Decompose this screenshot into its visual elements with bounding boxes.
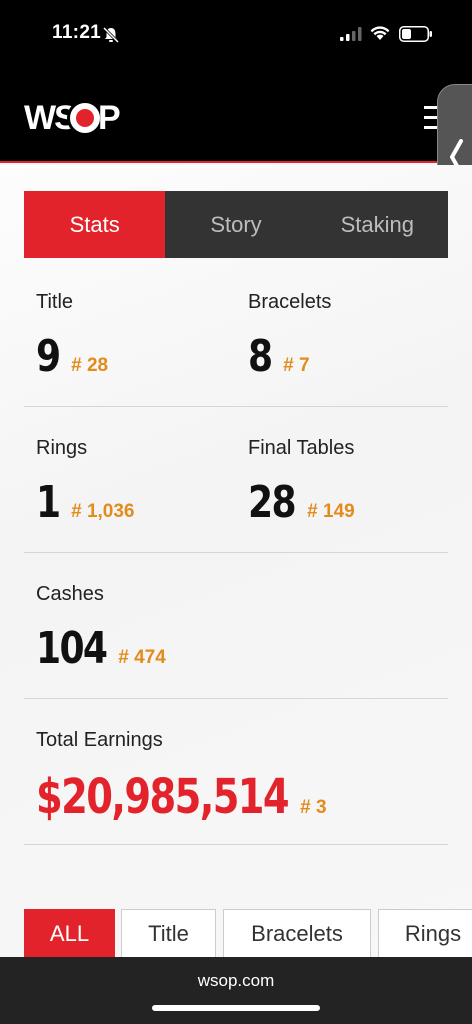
stat-row: Cashes 104 # 474: [24, 553, 448, 699]
status-time: 11:21: [52, 22, 102, 43]
stat-value: 104: [36, 623, 108, 674]
stat-row: Title 9 # 28 Bracelets 8 # 7: [24, 261, 448, 407]
stat-value: 28: [248, 477, 297, 528]
filter-tab-title[interactable]: Title: [121, 909, 216, 957]
stat-value: 9: [36, 331, 61, 382]
tab-story[interactable]: Story: [165, 191, 306, 258]
browser-bottom-bar: wsop.com: [0, 957, 472, 1024]
stat-label: Final Tables: [248, 437, 355, 459]
status-bar: 11:21: [0, 0, 472, 70]
stats-grid: Title 9 # 28 Bracelets 8 # 7 Rings 1 # 1: [24, 261, 448, 845]
filter-tab-bracelets[interactable]: Bracelets: [223, 909, 371, 957]
logo-text-right: P: [98, 99, 121, 137]
tab-staking[interactable]: Staking: [307, 191, 448, 258]
filter-tab-rings[interactable]: Rings: [378, 909, 472, 957]
stat-value: 8: [248, 331, 273, 382]
bell-muted-icon: [102, 26, 120, 44]
earnings-value: $20,985,514: [36, 769, 290, 825]
filter-tabs: ALL Title Bracelets Rings: [24, 909, 472, 957]
stat-label: Rings: [36, 437, 88, 459]
battery-icon: [399, 26, 432, 42]
filter-tab-all[interactable]: ALL: [24, 909, 115, 957]
stat-label: Total Earnings: [36, 729, 163, 751]
stat-label: Bracelets: [248, 291, 332, 313]
stat-row: Total Earnings $20,985,514 # 3: [24, 699, 448, 845]
stat-rank: # 28: [71, 355, 109, 376]
stat-label: Title: [36, 291, 74, 313]
wsop-logo[interactable]: WS P: [24, 99, 121, 137]
stat-rank: # 474: [118, 647, 166, 668]
stat-rank: # 3: [300, 797, 327, 818]
stat-rank: # 149: [307, 501, 355, 522]
stat-rank: # 1,036: [71, 501, 135, 522]
stat-value: 1: [36, 477, 61, 528]
stat-label: Cashes: [36, 583, 104, 605]
home-indicator[interactable]: [152, 1005, 320, 1011]
wifi-icon: [370, 26, 390, 40]
stat-row: Rings 1 # 1,036 Final Tables 28 # 149: [24, 407, 448, 553]
stat-rank: # 7: [283, 355, 310, 376]
tab-stats[interactable]: Stats: [24, 191, 166, 258]
signal-icon: [340, 27, 362, 41]
main-content: Stats Story Staking Title 9 # 28 Bracele…: [0, 165, 472, 957]
profile-tabs: Stats Story Staking: [24, 191, 448, 258]
app-header: WS P: [0, 70, 472, 163]
url-text[interactable]: wsop.com: [0, 971, 472, 991]
